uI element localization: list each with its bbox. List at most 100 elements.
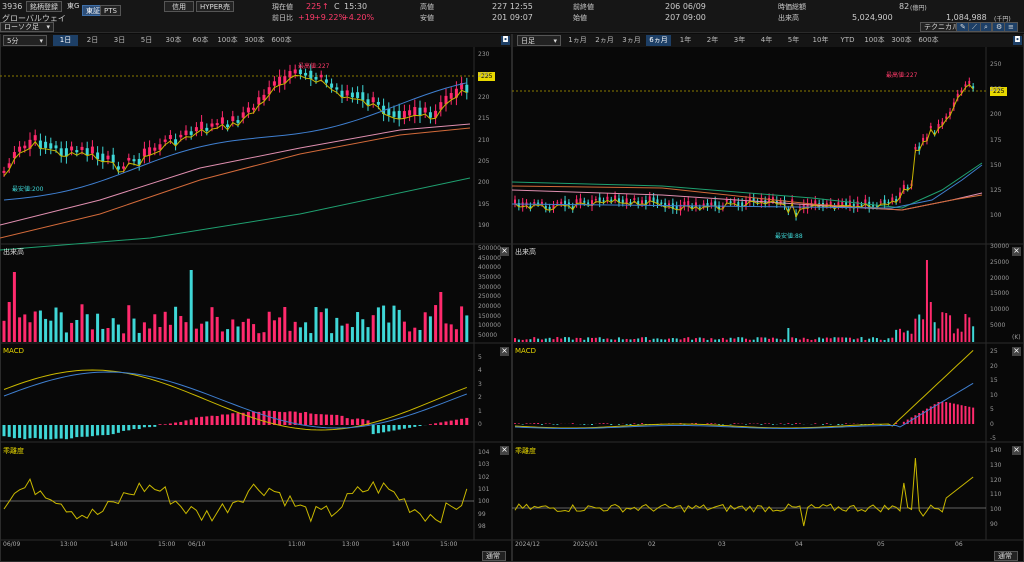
volume-bar <box>314 307 318 342</box>
macd-histogram-bar <box>111 425 115 435</box>
axis-tick-label: 250 <box>990 61 1002 68</box>
price-candle <box>583 200 586 203</box>
volume-bar <box>132 318 136 342</box>
volume-bar <box>748 339 751 342</box>
volume-bar <box>856 338 859 342</box>
macd-histogram-bar <box>771 424 774 425</box>
volume-bar <box>941 312 944 342</box>
volume-bar <box>560 338 563 342</box>
volume-bar <box>158 327 162 342</box>
macd-histogram-bar <box>714 423 717 424</box>
volume-bar <box>733 338 736 342</box>
scale-select[interactable]: 通常 <box>994 551 1018 561</box>
price-candle <box>560 201 563 204</box>
volume-bar <box>304 322 308 342</box>
volume-bar <box>168 324 172 342</box>
axis-tick-label: 98 <box>478 523 486 530</box>
volume-bar <box>837 337 840 342</box>
volume-bar <box>267 311 271 342</box>
volume-bar <box>330 333 334 342</box>
price-candle <box>330 83 334 88</box>
macd-histogram-bar <box>768 423 771 424</box>
volume-bar <box>361 319 365 342</box>
macd-histogram-bar <box>434 423 438 425</box>
price-candle <box>366 99 370 105</box>
price-candle <box>361 92 365 101</box>
volume-bar <box>366 327 370 342</box>
close-icon[interactable]: × <box>1012 247 1021 256</box>
price-candle <box>540 201 543 204</box>
price-candle <box>309 70 313 79</box>
macd-histogram-bar <box>236 413 240 425</box>
macd-histogram-bar <box>791 424 794 425</box>
x-axis-label: 2024/12 <box>515 541 540 548</box>
daily-chart-svg <box>511 47 1024 541</box>
macd-histogram-bar <box>465 417 469 425</box>
volume-bar <box>571 339 574 342</box>
volume-bar <box>397 309 401 342</box>
macd-histogram-bar <box>606 423 609 424</box>
macd-histogram-bar <box>262 410 266 425</box>
volume-bar <box>423 312 427 342</box>
macd-histogram-bar <box>324 414 328 425</box>
macd-histogram-bar <box>972 407 975 424</box>
price-candle <box>340 90 344 97</box>
volume-bar <box>70 322 74 342</box>
volume-bar <box>810 339 813 342</box>
axis-tick-label: 110 <box>990 491 1002 499</box>
volume-title: 出来高 <box>3 248 24 256</box>
close-icon[interactable]: × <box>500 347 509 356</box>
price-candle <box>33 135 37 141</box>
close-icon[interactable]: × <box>500 446 509 455</box>
volume-bar <box>598 337 601 342</box>
volume-bar <box>340 325 344 342</box>
macd-histogram-bar <box>132 425 136 430</box>
x-axis-label: 05 <box>877 541 885 548</box>
volume-bar <box>567 337 570 342</box>
price-candle <box>179 134 183 138</box>
close-icon[interactable]: × <box>1012 347 1021 356</box>
macd-histogram-bar <box>387 425 391 432</box>
price-candle <box>220 117 224 124</box>
axis-tick-label: 100 <box>990 506 1002 514</box>
macd-histogram-bar <box>340 415 344 425</box>
volume-bar <box>298 327 302 342</box>
macd-histogram-bar <box>361 419 365 425</box>
volume-bar <box>54 307 58 342</box>
macd-histogram-bar <box>825 423 828 424</box>
macd-histogram-bar <box>418 425 422 426</box>
price-candle <box>964 84 967 87</box>
axis-tick-label: 130 <box>990 461 1002 469</box>
macd-histogram-bar <box>439 422 443 425</box>
close-icon[interactable]: × <box>500 247 509 256</box>
price-candle <box>262 94 266 101</box>
volume-bar <box>914 318 917 342</box>
deviation-title: 乖離度 <box>515 447 536 455</box>
volume-bar <box>387 322 391 342</box>
macd-histogram-bar <box>779 423 782 424</box>
price-candle <box>194 127 198 132</box>
volume-bar <box>729 337 732 342</box>
volume-bar <box>540 339 543 342</box>
volume-bar <box>583 339 586 342</box>
volume-bar <box>111 318 115 342</box>
axis-tick-label: -5 <box>990 435 996 442</box>
volume-bar <box>822 338 824 342</box>
x-axis-label: 15:00 <box>158 541 176 548</box>
macd-histogram-bar <box>28 425 32 439</box>
volume-bar <box>652 338 655 342</box>
axis-tick-label: 15 <box>990 377 998 384</box>
macd-histogram-bar <box>96 425 100 436</box>
price-candle <box>465 84 469 93</box>
price-candle <box>158 144 162 150</box>
price-candle <box>246 107 250 113</box>
volume-bar <box>621 339 624 342</box>
volume-bar <box>38 310 42 342</box>
volume-bar <box>449 324 453 342</box>
volume-bar <box>215 316 219 342</box>
scale-select[interactable]: 通常 <box>482 551 506 561</box>
volume-bar <box>241 321 245 342</box>
volume-bar <box>96 313 100 342</box>
macd-histogram-bar <box>845 423 848 424</box>
close-icon[interactable]: × <box>1012 446 1021 455</box>
